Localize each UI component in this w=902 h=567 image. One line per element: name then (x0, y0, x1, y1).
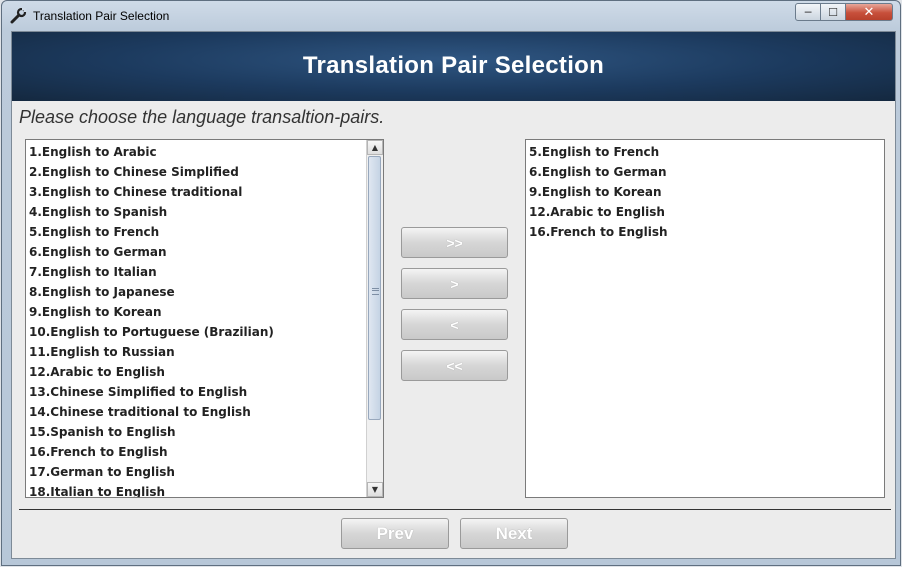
header-banner: Translation Pair Selection (12, 32, 895, 101)
list-item[interactable]: 5.English to French (28, 222, 365, 242)
dialog-content: Translation Pair Selection Please choose… (11, 31, 896, 559)
available-pairs-list[interactable]: 1.English to Arabic 2.English to Chinese … (25, 139, 384, 498)
list-item[interactable]: 1.English to Arabic (28, 142, 365, 162)
remove-button[interactable]: < (401, 309, 508, 340)
list-item[interactable]: 12.Arabic to English (28, 362, 365, 382)
list-item[interactable]: 6.English to German (28, 242, 365, 262)
page-title: Translation Pair Selection (302, 52, 605, 79)
minimize-icon: ─ (804, 5, 812, 19)
list-item[interactable]: 18.Italian to English (28, 482, 365, 497)
wrench-icon (10, 7, 28, 24)
list-item[interactable]: 16.French to English (28, 442, 365, 462)
list-item[interactable]: 3.English to Chinese traditional (28, 182, 365, 202)
available-pairs-scrollbar[interactable]: ▲ ▼ (366, 140, 383, 497)
maximize-icon: ☐ (828, 5, 838, 19)
available-pairs-items: 1.English to Arabic 2.English to Chinese … (28, 142, 365, 497)
list-item[interactable]: 13.Chinese Simplified to English (28, 382, 365, 402)
list-item[interactable]: 10.English to Portuguese (Brazilian) (28, 322, 365, 342)
list-item[interactable]: 16.French to English (528, 222, 882, 242)
scroll-thumb[interactable] (368, 156, 381, 420)
add-all-button[interactable]: >> (401, 227, 508, 258)
scroll-down-icon: ▼ (371, 485, 379, 494)
selected-pairs-list[interactable]: 5.English to French 6.English to German 9.… (525, 139, 885, 498)
close-icon: ✕ (863, 4, 875, 20)
list-item[interactable]: 11.English to Russian (28, 342, 365, 362)
list-item[interactable]: 5.English to French (528, 142, 882, 162)
list-item[interactable]: 17.German to English (28, 462, 365, 482)
list-item[interactable]: 2.English to Chinese Simplified (28, 162, 365, 182)
selected-pairs-items: 5.English to French 6.English to German 9.… (528, 142, 882, 242)
list-item[interactable]: 14.Chinese traditional to English (28, 402, 365, 422)
divider (19, 509, 891, 510)
list-item[interactable]: 12.Arabic to English (528, 202, 882, 222)
list-item[interactable]: 6.English to German (528, 162, 882, 182)
list-item[interactable]: 7.English to Italian (28, 262, 365, 282)
instruction-text: Please choose the language transaltion-p… (19, 107, 385, 127)
list-item[interactable]: 8.English to Japanese (28, 282, 365, 302)
list-item[interactable]: 9.English to Korean (528, 182, 882, 202)
grip-icon (372, 288, 379, 295)
scroll-up-icon: ▲ (371, 143, 379, 152)
next-button[interactable]: Next (460, 518, 568, 549)
add-button[interactable]: > (401, 268, 508, 299)
scroll-up-button[interactable]: ▲ (367, 140, 383, 155)
maximize-button[interactable]: ☐ (820, 3, 846, 21)
title-bar[interactable]: Translation Pair Selection ─ ☐ ✕ (2, 1, 900, 31)
list-item[interactable]: 9.English to Korean (28, 302, 365, 322)
close-button[interactable]: ✕ (845, 3, 893, 21)
list-item[interactable]: 4.English to Spanish (28, 202, 365, 222)
scroll-down-button[interactable]: ▼ (367, 482, 383, 497)
list-item[interactable]: 15.Spanish to English (28, 422, 365, 442)
window-title: Translation Pair Selection (33, 9, 170, 23)
dialog-window: Translation Pair Selection ─ ☐ ✕ Transla… (1, 0, 901, 566)
remove-all-button[interactable]: << (401, 350, 508, 381)
prev-button[interactable]: Prev (341, 518, 449, 549)
minimize-button[interactable]: ─ (795, 3, 821, 21)
